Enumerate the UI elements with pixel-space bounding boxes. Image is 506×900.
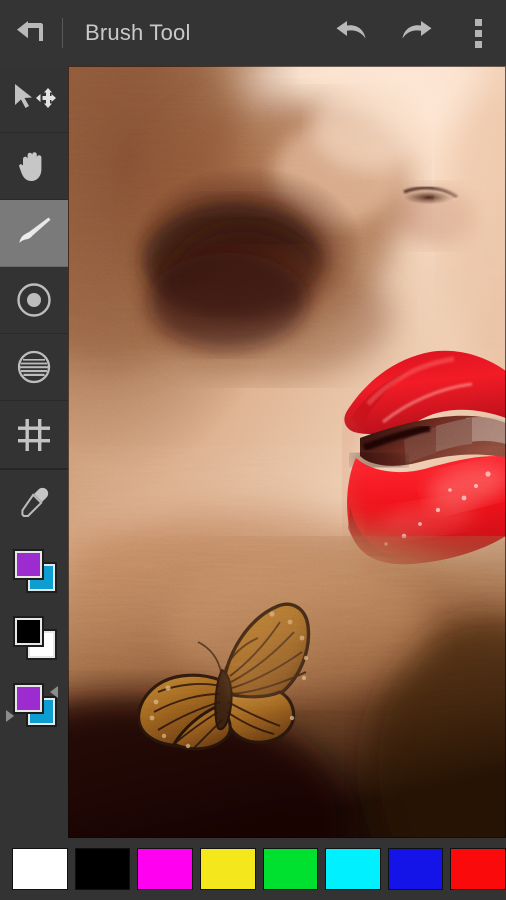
palette-swatch-green[interactable] bbox=[262, 848, 319, 890]
sidebar-tool-brush[interactable] bbox=[0, 200, 68, 267]
sidebar-tool-gradient[interactable] bbox=[0, 334, 68, 401]
undo-button[interactable] bbox=[318, 0, 384, 66]
skin-fiber-texture-upper bbox=[68, 66, 506, 366]
sidebar-default-colors-swatch[interactable] bbox=[0, 604, 68, 671]
palette-swatch-cyan[interactable] bbox=[325, 848, 381, 890]
foreground-color-chip bbox=[13, 548, 44, 580]
image-canvas[interactable] bbox=[68, 66, 506, 838]
default-foreground-chip bbox=[13, 615, 44, 647]
overflow-menu-icon bbox=[474, 18, 482, 48]
skin-fiber-texture bbox=[68, 446, 506, 838]
palette-swatch-white[interactable] bbox=[12, 848, 68, 890]
sidebar-foreground-background-swatch[interactable] bbox=[0, 537, 68, 604]
sidebar-tool-move[interactable] bbox=[0, 66, 68, 133]
palette-swatch-yellow[interactable] bbox=[199, 848, 256, 890]
paintbrush-icon bbox=[19, 217, 51, 243]
sidebar-tool-grid[interactable] bbox=[0, 401, 68, 468]
palette-swatch-blue[interactable] bbox=[387, 848, 444, 890]
undo-icon bbox=[336, 21, 366, 39]
tool-sidebar bbox=[0, 66, 68, 838]
top-actions-group bbox=[318, 0, 506, 66]
color-palette-bar bbox=[0, 838, 506, 900]
back-button[interactable] bbox=[0, 0, 62, 66]
grid-hash-icon bbox=[18, 418, 50, 451]
back-arrow-icon bbox=[17, 21, 43, 41]
top-app-bar: Brush Tool bbox=[0, 0, 506, 66]
redo-icon bbox=[402, 21, 432, 39]
default-color-pair-icon bbox=[13, 615, 57, 660]
striped-circle-icon bbox=[17, 350, 51, 384]
redo-button[interactable] bbox=[384, 0, 450, 66]
sidebar-swap-colors-swatch[interactable] bbox=[0, 671, 68, 738]
swap-arrow-up-icon bbox=[50, 685, 58, 698]
palette-swatch-black[interactable] bbox=[74, 848, 131, 890]
cursor-move-icon bbox=[15, 84, 56, 108]
sidebar-tool-blur[interactable] bbox=[0, 267, 68, 334]
color-pair-icon bbox=[13, 548, 57, 593]
palette-swatch-magenta[interactable] bbox=[137, 848, 193, 890]
radial-circle-icon bbox=[17, 283, 51, 317]
swap-arrow-down-icon bbox=[6, 709, 14, 722]
sidebar-tool-eyedropper[interactable] bbox=[0, 470, 68, 537]
edited-photo bbox=[68, 66, 506, 838]
eyedropper-icon bbox=[21, 487, 49, 517]
swap-color-pair-icon bbox=[6, 682, 58, 727]
photo-editor-app: Brush Tool bbox=[0, 0, 506, 900]
sidebar-tool-hand[interactable] bbox=[0, 133, 68, 200]
palette-swatch-red[interactable] bbox=[450, 848, 506, 890]
toolbar-divider bbox=[62, 18, 63, 48]
page-title: Brush Tool bbox=[85, 20, 191, 45]
hand-icon bbox=[19, 152, 42, 181]
swap-foreground-chip bbox=[13, 682, 44, 714]
overflow-menu-button[interactable] bbox=[450, 0, 506, 66]
